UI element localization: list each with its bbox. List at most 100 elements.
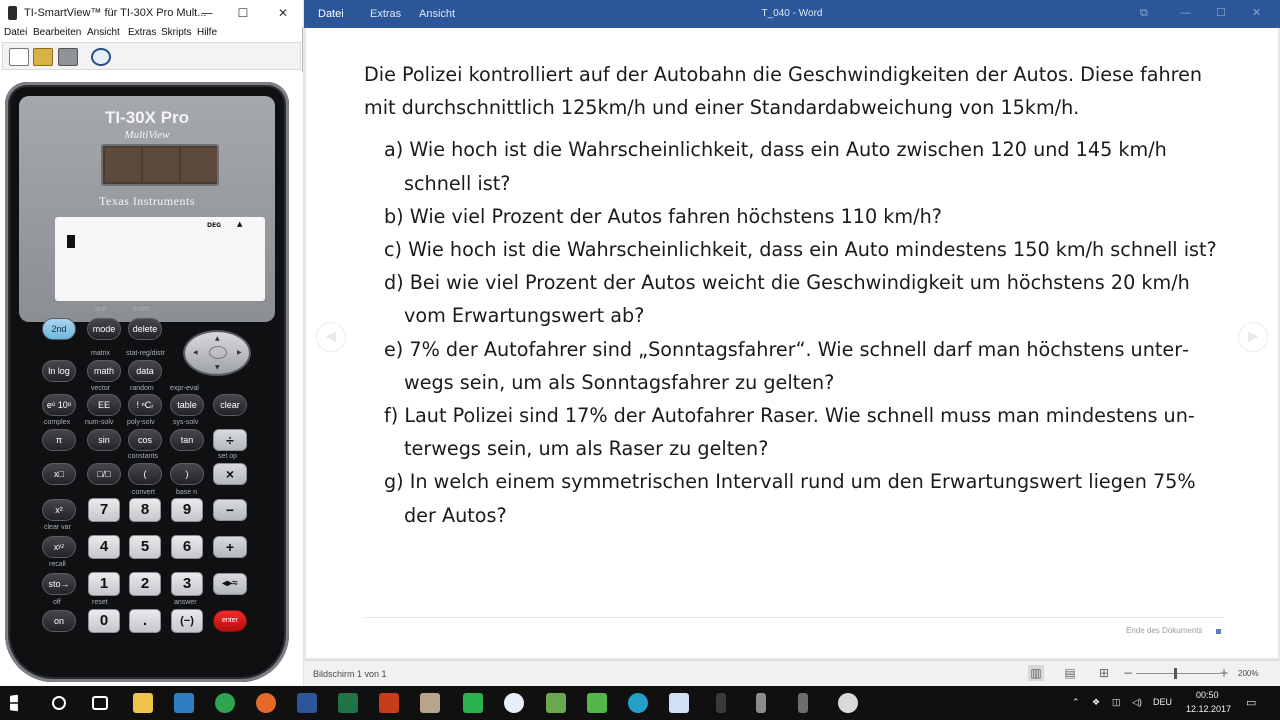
excel-icon[interactable]: [338, 693, 358, 713]
read-mode-icon[interactable]: ▥: [1028, 665, 1044, 681]
open-folder-icon[interactable]: [33, 48, 53, 66]
key-5[interactable]: 5: [129, 535, 161, 559]
key-exp[interactable]: eᵒ 10ᵒ: [42, 394, 76, 416]
app-icon-6[interactable]: [669, 693, 689, 713]
arrow-pad[interactable]: ▲ ▼ ◀ ▶: [183, 330, 251, 376]
read-mode-settings-icon[interactable]: ⧉: [1140, 6, 1148, 20]
menu-skripts[interactable]: Skripts: [161, 27, 192, 38]
key-1[interactable]: 1: [88, 572, 120, 596]
camtasia-icon[interactable]: [463, 693, 483, 713]
chrome-icon[interactable]: [215, 693, 235, 713]
previous-page-icon[interactable]: ◀: [316, 322, 346, 352]
new-document-icon[interactable]: [9, 48, 29, 66]
maximize-icon[interactable]: ☐: [1216, 6, 1226, 19]
key-pi[interactable]: π: [42, 429, 76, 451]
volume-icon[interactable]: ◁): [1132, 697, 1142, 708]
key-6[interactable]: 6: [171, 535, 203, 559]
key-ln-log[interactable]: ln log: [42, 360, 76, 382]
windows-start-icon[interactable]: [10, 694, 18, 712]
close-icon[interactable]: ✕: [272, 4, 294, 22]
app-icon-4[interactable]: [587, 693, 607, 713]
tab-datei[interactable]: Datei: [318, 8, 344, 20]
minimize-icon[interactable]: —: [1180, 6, 1191, 19]
search-icon[interactable]: [52, 696, 66, 710]
key-decimal[interactable]: .: [129, 609, 161, 633]
file-explorer-icon[interactable]: [133, 693, 153, 713]
dropbox-icon[interactable]: ❖: [1092, 697, 1100, 708]
key-2[interactable]: 2: [129, 572, 161, 596]
key-multiply[interactable]: ×: [213, 463, 247, 485]
key-8[interactable]: 8: [129, 498, 161, 522]
next-page-icon[interactable]: ▶: [1238, 322, 1268, 352]
zoom-slider-thumb[interactable]: [1174, 668, 1177, 679]
key-ee[interactable]: EE: [87, 394, 121, 416]
key-enter[interactable]: enter: [213, 610, 247, 632]
camera-icon[interactable]: [58, 48, 78, 66]
task-view-icon[interactable]: [92, 696, 108, 710]
arrow-left-icon[interactable]: ◀: [193, 349, 198, 356]
maximize-icon[interactable]: ☐: [232, 4, 254, 22]
tab-extras[interactable]: Extras: [370, 8, 401, 20]
zoom-in-icon[interactable]: +: [1216, 665, 1232, 681]
powerpoint-icon[interactable]: [379, 693, 399, 713]
key-delete[interactable]: delete: [128, 318, 162, 340]
word-icon[interactable]: [297, 693, 317, 713]
app-icon-5[interactable]: [628, 693, 648, 713]
key-clear[interactable]: clear: [213, 394, 247, 416]
web-layout-icon[interactable]: ⊞: [1096, 665, 1112, 681]
zoom-slider[interactable]: [1136, 668, 1220, 679]
key-left-paren[interactable]: (: [128, 463, 162, 485]
key-sin[interactable]: sin: [87, 429, 121, 451]
key-x-fn[interactable]: ! ⁿCᵣ: [128, 394, 162, 416]
app-icon-7[interactable]: [838, 693, 858, 713]
refresh-icon[interactable]: [91, 48, 111, 66]
key-2nd[interactable]: 2nd: [42, 318, 76, 340]
key-xyz[interactable]: xʸᶻ: [42, 536, 76, 558]
menu-datei[interactable]: Datei: [4, 27, 27, 38]
language-indicator[interactable]: DEU: [1153, 697, 1172, 707]
key-x-squared[interactable]: x²: [42, 499, 76, 521]
notification-icon[interactable]: ▭: [1246, 696, 1256, 709]
store-icon[interactable]: [174, 693, 194, 713]
zoom-out-icon[interactable]: −: [1120, 665, 1136, 681]
menu-ansicht[interactable]: Ansicht: [87, 27, 120, 38]
close-icon[interactable]: ✕: [1252, 6, 1261, 19]
calculator-taskbar-icon-2[interactable]: [756, 693, 766, 713]
app-icon-2[interactable]: [504, 693, 524, 713]
network-icon[interactable]: ◫: [1112, 697, 1121, 708]
ti-smartview-taskbar-icon[interactable]: [716, 693, 726, 713]
key-4[interactable]: 4: [88, 535, 120, 559]
key-mode[interactable]: mode: [87, 318, 121, 340]
arrow-down-icon[interactable]: ▼: [215, 364, 220, 371]
zoom-level[interactable]: 200%: [1238, 669, 1258, 678]
key-toggle[interactable]: ◂▸≈: [213, 573, 247, 595]
key-table[interactable]: table: [170, 394, 204, 416]
key-right-paren[interactable]: ): [170, 463, 204, 485]
print-layout-icon[interactable]: ▤: [1062, 665, 1078, 681]
key-math[interactable]: math: [87, 360, 121, 382]
key-divide[interactable]: ÷: [213, 429, 247, 451]
tab-ansicht[interactable]: Ansicht: [419, 8, 455, 20]
key-x-power[interactable]: x□: [42, 463, 76, 485]
key-tan[interactable]: tan: [170, 429, 204, 451]
minimize-icon[interactable]: —: [196, 4, 218, 22]
firefox-icon[interactable]: [256, 693, 276, 713]
key-cos[interactable]: cos: [128, 429, 162, 451]
arrow-right-icon[interactable]: ▶: [237, 349, 242, 356]
menu-bearbeiten[interactable]: Bearbeiten: [33, 27, 81, 38]
clock-date[interactable]: 12.12.2017: [1186, 704, 1231, 714]
app-icon-3[interactable]: [546, 693, 566, 713]
menu-hilfe[interactable]: Hilfe: [197, 27, 217, 38]
key-data[interactable]: data: [128, 360, 162, 382]
calculator-taskbar-icon-3[interactable]: [798, 693, 808, 713]
key-plus[interactable]: +: [213, 536, 247, 558]
app-icon-1[interactable]: [420, 693, 440, 713]
key-9[interactable]: 9: [171, 498, 203, 522]
key-on[interactable]: on: [42, 610, 76, 632]
key-minus[interactable]: −: [213, 499, 247, 521]
key-0[interactable]: 0: [88, 609, 120, 633]
menu-extras[interactable]: Extras: [128, 27, 156, 38]
tray-overflow-icon[interactable]: ⌃: [1072, 697, 1080, 708]
key-3[interactable]: 3: [171, 572, 203, 596]
key-7[interactable]: 7: [88, 498, 120, 522]
